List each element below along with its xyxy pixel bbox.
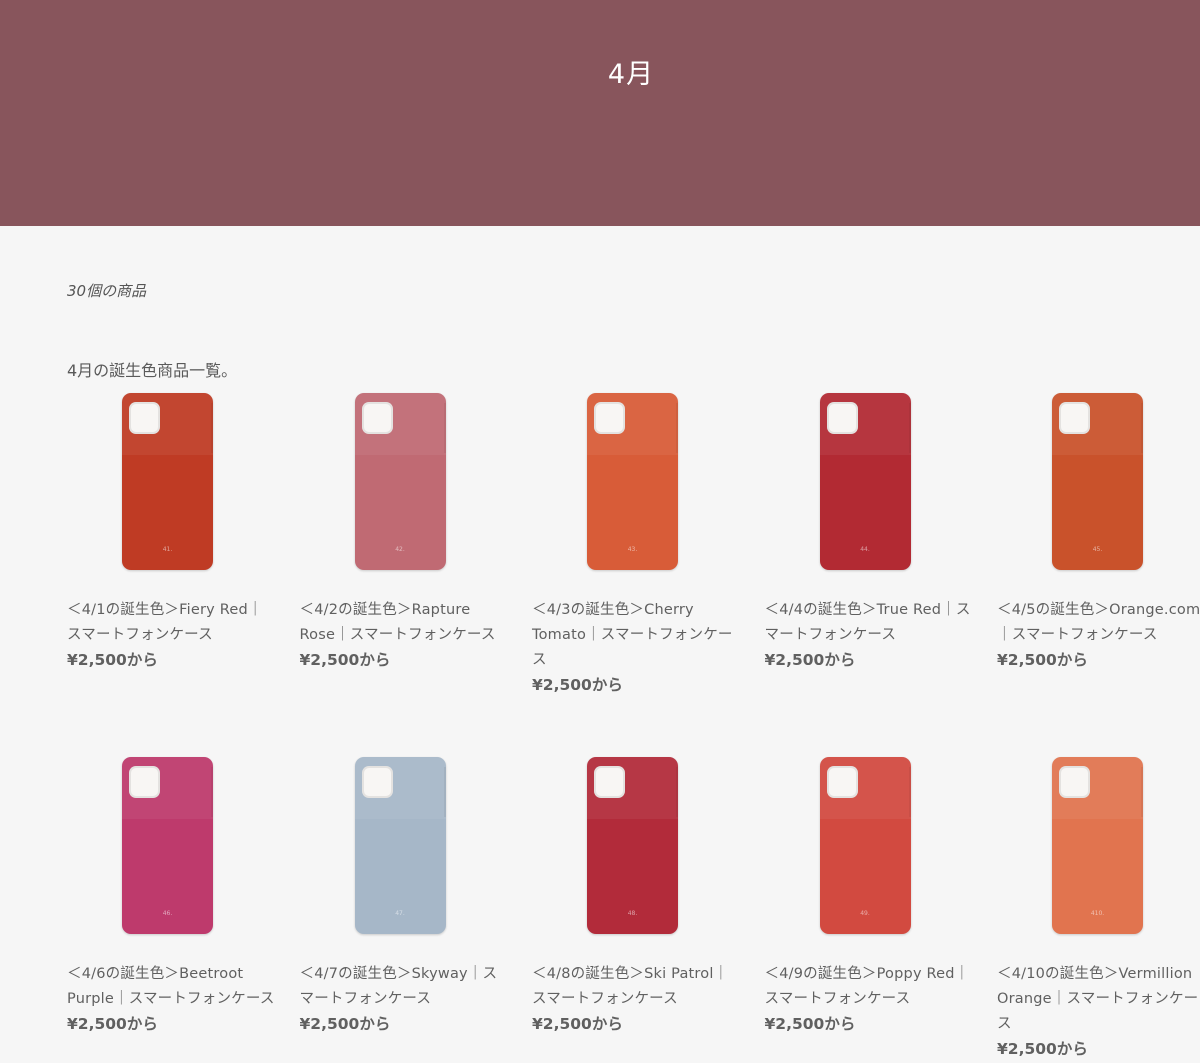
product-title[interactable]: ＜4/2の誕生色＞Rapture Rose｜スマートフォンケース xyxy=(300,598,510,648)
product-price: ¥2,500から xyxy=(532,676,623,694)
product-card[interactable]: 45. ＜4/5の誕生色＞Orange.com｜スマートフォンケース ¥2,50… xyxy=(997,392,1200,698)
product-card[interactable]: 43. ＜4/3の誕生色＞Cherry Tomato｜スマートフォンケース ¥2… xyxy=(532,392,742,698)
product-count: 30個の商品 xyxy=(67,282,147,300)
case-number: 42. xyxy=(395,546,405,553)
phone-case-image: 47. xyxy=(354,757,446,934)
phone-case-image: 43. xyxy=(587,393,678,570)
phone-case-image: 44. xyxy=(819,393,911,570)
product-price: ¥2,500から xyxy=(532,1015,623,1033)
phone-case-image: 48. xyxy=(587,757,678,934)
phone-case-image: 49. xyxy=(819,757,911,934)
product-title[interactable]: ＜4/3の誕生色＞Cherry Tomato｜スマートフォンケース xyxy=(532,598,742,673)
collection-title: 4月 xyxy=(607,59,655,90)
product-price: ¥2,500から xyxy=(764,651,856,669)
product-price: ¥2,500から xyxy=(997,1040,1088,1058)
camera-cutout xyxy=(826,766,858,798)
phone-case-image: 45. xyxy=(1052,393,1143,570)
camera-cutout xyxy=(1059,402,1090,434)
product-title[interactable]: ＜4/1の誕生色＞Fiery Red｜スマートフォンケース xyxy=(67,598,277,648)
product-title[interactable]: ＜4/7の誕生色＞Skyway｜スマートフォンケース xyxy=(300,962,510,1012)
product-card[interactable]: 47. ＜4/7の誕生色＞Skyway｜スマートフォンケース ¥2,500から xyxy=(300,756,510,1062)
product-title[interactable]: ＜4/10の誕生色＞Vermillion Orange｜スマートフォンケース xyxy=(997,962,1200,1037)
camera-cutout xyxy=(594,402,625,434)
product-card[interactable]: 48. ＜4/8の誕生色＞Ski Patrol｜スマートフォンケース ¥2,50… xyxy=(532,756,742,1062)
case-number: 48. xyxy=(627,910,638,917)
product-price: ¥2,500から xyxy=(764,1015,856,1033)
phone-case-image: 46. xyxy=(122,757,213,934)
camera-cutout xyxy=(361,402,393,434)
product-card[interactable]: 41. ＜4/1の誕生色＞Fiery Red｜スマートフォンケース ¥2,500… xyxy=(67,392,277,698)
product-price: ¥2,500から xyxy=(299,651,391,669)
case-number: 47. xyxy=(395,910,405,917)
product-title[interactable]: ＜4/5の誕生色＞Orange.com｜スマートフォンケース xyxy=(997,598,1200,648)
product-card[interactable]: 410. ＜4/10の誕生色＞Vermillion Orange｜スマートフォン… xyxy=(997,756,1200,1062)
product-card[interactable]: 44. ＜4/4の誕生色＞True Red｜スマートフォンケース ¥2,500か… xyxy=(765,392,975,698)
product-price: ¥2,500から xyxy=(67,1015,158,1033)
product-image[interactable]: 44. xyxy=(765,392,975,572)
camera-cutout xyxy=(826,402,858,434)
product-card[interactable]: 42. ＜4/2の誕生色＞Rapture Rose｜スマートフォンケース ¥2,… xyxy=(300,392,510,698)
product-title[interactable]: ＜4/6の誕生色＞Beetroot Purple｜スマートフォンケース xyxy=(67,962,277,1012)
product-image[interactable]: 46. xyxy=(67,756,277,936)
product-title[interactable]: ＜4/9の誕生色＞Poppy Red｜スマートフォンケース xyxy=(765,962,975,1012)
product-title[interactable]: ＜4/8の誕生色＞Ski Patrol｜スマートフォンケース xyxy=(532,962,742,1012)
product-image[interactable]: 410. xyxy=(997,756,1200,936)
product-price: ¥2,500から xyxy=(67,651,158,669)
product-image[interactable]: 43. xyxy=(532,392,742,572)
camera-cutout xyxy=(1059,766,1090,798)
product-card[interactable]: 49. ＜4/9の誕生色＞Poppy Red｜スマートフォンケース ¥2,500… xyxy=(765,756,975,1062)
phone-case-image: 42. xyxy=(354,393,446,570)
collection-banner: 4月 xyxy=(0,0,1200,226)
product-image[interactable]: 41. xyxy=(67,392,277,572)
case-number: 44. xyxy=(860,546,870,553)
case-number: 46. xyxy=(162,910,173,917)
product-card[interactable]: 46. ＜4/6の誕生色＞Beetroot Purple｜スマートフォンケース … xyxy=(67,756,277,1062)
phone-case-image: 41. xyxy=(122,393,213,570)
case-number: 45. xyxy=(1092,546,1103,553)
product-image[interactable]: 45. xyxy=(997,392,1200,572)
camera-cutout xyxy=(594,766,625,798)
camera-cutout xyxy=(361,766,393,798)
product-image[interactable]: 49. xyxy=(765,756,975,936)
product-image[interactable]: 48. xyxy=(532,756,742,936)
case-number: 49. xyxy=(860,910,870,917)
product-grid: 41. ＜4/1の誕生色＞Fiery Red｜スマートフォンケース ¥2,500… xyxy=(67,392,1200,1062)
case-number: 41. xyxy=(162,546,173,553)
camera-cutout xyxy=(129,402,160,434)
product-price: ¥2,500から xyxy=(299,1015,391,1033)
product-title[interactable]: ＜4/4の誕生色＞True Red｜スマートフォンケース xyxy=(765,598,975,648)
camera-cutout xyxy=(129,766,160,798)
collection-description: 4月の誕生色商品一覧。 xyxy=(67,361,238,380)
phone-case-image: 410. xyxy=(1052,757,1143,934)
product-price: ¥2,500から xyxy=(997,651,1088,669)
case-number: 43. xyxy=(627,546,638,553)
product-image[interactable]: 42. xyxy=(300,392,510,572)
product-image[interactable]: 47. xyxy=(300,756,510,936)
case-number: 410. xyxy=(1090,910,1105,917)
